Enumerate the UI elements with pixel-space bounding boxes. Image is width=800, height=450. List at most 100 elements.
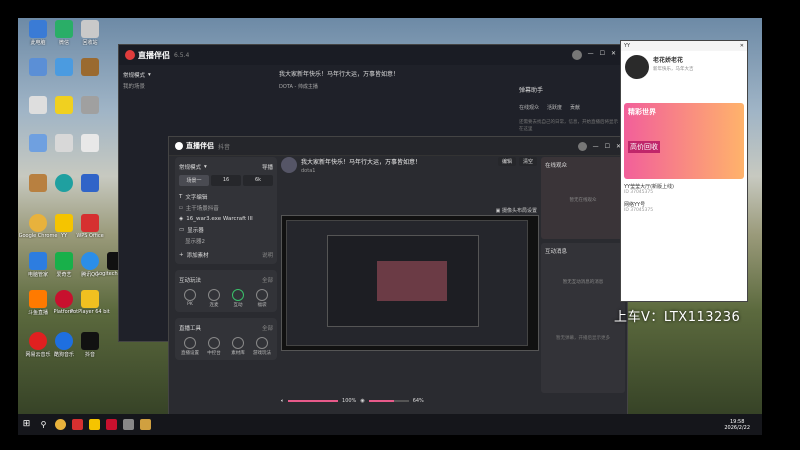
app-icon[interactable]	[123, 419, 134, 430]
speaker-icon[interactable]: 🔈︎	[281, 398, 284, 404]
profile-header: 老花娇老花 新年快乐，马年大吉	[621, 51, 747, 83]
scene-title: 我的场景	[123, 83, 146, 90]
minimize-icon[interactable]: —	[593, 143, 599, 150]
interact-more-link[interactable]: 全部	[262, 276, 273, 284]
mic-slider[interactable]	[368, 400, 409, 402]
live-settings-button[interactable]: 直播设置	[179, 337, 201, 356]
live-notice[interactable]: 我大家新年快乐！马年行大运，万事皆如意！	[301, 157, 421, 166]
scene-tab-2[interactable]: 16	[211, 175, 241, 186]
chrome-icon[interactable]	[55, 419, 66, 430]
mic-icon[interactable]: ◉	[360, 398, 364, 404]
preview-highlight	[377, 261, 447, 301]
watermark-text: 上车V：LTX113236	[614, 310, 741, 325]
maximize-icon[interactable]: ☐	[605, 143, 610, 150]
center-area: 我大家新年快乐！马年行大运，万事皆如意！ dota1 编辑 清空 ▣ 摄像头布局…	[281, 157, 539, 411]
interact-button[interactable]: 互动	[227, 289, 249, 308]
source-item[interactable]: 显示器2	[179, 235, 273, 246]
streamer-avatar[interactable]	[281, 157, 297, 173]
interact-icon	[232, 289, 244, 301]
control-console-button[interactable]: 中控台	[203, 337, 225, 356]
windows-start-icon[interactable]: ⊞	[21, 419, 32, 430]
guide-button[interactable]: 导播	[262, 163, 273, 171]
desktop-icon-potplayer[interactable]: PotPlayer 64 bit	[70, 290, 110, 315]
avatar[interactable]	[577, 141, 587, 151]
mode-select[interactable]: 常规模式 ▾	[123, 69, 223, 80]
app-icon[interactable]	[106, 419, 117, 430]
taskbar: ⊞ ⚲ 19:58 2026/2/22	[18, 414, 762, 435]
console-icon	[208, 337, 220, 349]
live-app-icon[interactable]	[72, 419, 83, 430]
tab-activity[interactable]: 活跃度	[547, 104, 562, 111]
edit-button[interactable]: 编辑	[497, 157, 516, 166]
volume-slider[interactable]	[288, 400, 339, 402]
minimize-icon[interactable]: —	[588, 50, 594, 60]
main-live-companion-window[interactable]: 直播伴侣 抖音 — ☐ ✕ 常规模式 ▾ 导播 场景一 16 6k T 文字编辑 …	[168, 136, 628, 418]
mic-icon	[208, 289, 220, 301]
desktop-icon-douyin[interactable]: 抖音	[70, 332, 110, 358]
helper-title: 弹幕助手	[519, 87, 544, 94]
app-icon[interactable]	[140, 419, 151, 430]
desktop-icon[interactable]	[70, 174, 110, 193]
desktop-icon-wps[interactable]: WPS Office	[70, 214, 110, 239]
close-icon[interactable]: ✕	[740, 43, 744, 49]
image-icon: ▫	[179, 204, 183, 211]
close-icon[interactable]: ✕	[611, 50, 616, 60]
desktop-icon-recycle-bin[interactable]: 回收站	[70, 20, 110, 46]
channel-list: YY莹莹大厅(新版上线) ID 37045375 网络YY号 ID 37045375	[621, 179, 747, 217]
tab-contribution[interactable]: 贡献	[570, 104, 580, 111]
tools-more-link[interactable]: 全部	[262, 324, 273, 332]
yy-icon[interactable]	[89, 419, 100, 430]
avatar[interactable]	[571, 50, 582, 60]
search-icon[interactable]: ⚲	[38, 419, 49, 430]
pk-button[interactable]: PK	[179, 289, 201, 308]
source-header[interactable]: T 文字编辑	[179, 191, 273, 202]
clear-button[interactable]: 清空	[518, 157, 537, 166]
maximize-icon[interactable]: ☐	[600, 50, 605, 60]
source-list: T 文字编辑 ▫ 主干场景抖音 ◈ 16_war3.exe Warcraft III …	[179, 191, 273, 246]
list-item[interactable]: YY莹莹大厅(新版上线) ID 37045375	[624, 183, 744, 195]
link-mic-button[interactable]: 连麦	[203, 289, 225, 308]
scene-panel: 常规模式 ▾ 导播 场景一 16 6k T 文字编辑 ▫ 主干场景抖音 ◈ 16_wa…	[175, 157, 277, 264]
stream-preview[interactable]	[281, 215, 539, 351]
chevron-down-icon: ▾	[204, 163, 207, 170]
tools-panel: 直播工具 全部 直播设置 中控台 素材库 游戏玩法	[175, 318, 277, 360]
title-bar: 直播伴侣 6.5.4 — ☐ ✕	[119, 45, 622, 65]
avatar[interactable]	[625, 55, 649, 79]
tools-title: 直播工具	[179, 325, 202, 332]
back-notice: 我大家新年快乐！马年行大运，万事皆如意！	[279, 71, 400, 78]
list-item[interactable]: 网络YY号 ID 37045375	[624, 201, 744, 213]
lucky-bag-button[interactable]: 福袋	[251, 289, 273, 308]
tab-online[interactable]: 在线观众	[519, 104, 539, 111]
game-play-button[interactable]: 游戏玩法	[251, 337, 273, 356]
audio-bar: 🔈︎ 100% ◉ 64%	[281, 395, 537, 407]
right-panel: 在线观众 暂无在线观众 互动消息 暂无互动消息的消息 暂无弹幕，开播后显示更多	[541, 157, 625, 411]
username: 老花娇老花	[653, 57, 684, 64]
scene-tab-1[interactable]: 场景一	[179, 175, 209, 186]
gamepad-icon	[256, 337, 268, 349]
desktop-icon[interactable]	[70, 134, 110, 153]
promo-banner[interactable]: 精彩世界 高价回收	[624, 103, 744, 179]
volume-value: 100%	[342, 398, 357, 404]
mode-select[interactable]: 常规模式	[179, 163, 201, 171]
add-source-button[interactable]: + 添加素材 说明	[179, 249, 273, 260]
asset-library-button[interactable]: 素材库	[227, 337, 249, 356]
source-item[interactable]: ▭ 显示器	[179, 224, 273, 235]
desktop-icon[interactable]	[70, 96, 110, 115]
source-item[interactable]: ◈ 16_war3.exe Warcraft III	[179, 213, 273, 224]
interact-msgs-title: 互动消息	[545, 249, 568, 255]
camera-layout-button[interactable]: ▣ 摄像头布局设置	[496, 207, 537, 214]
preview-nested-window	[286, 220, 528, 346]
camera-icon: ▣	[495, 208, 501, 214]
desktop-icon[interactable]	[70, 58, 110, 77]
yy-client-window[interactable]: YY ✕ 老花娇老花 新年快乐，马年大吉 精彩世界 高价回收 YY莹莹大厅(新版…	[620, 40, 748, 302]
game-icon: ◈	[179, 215, 184, 222]
left-sidebar: 常规模式 ▾ 导播 场景一 16 6k T 文字编辑 ▫ 主干场景抖音 ◈ 16_wa…	[175, 157, 277, 411]
bag-icon	[256, 289, 268, 301]
clock[interactable]: 19:58 2026/2/22	[724, 419, 762, 431]
app-logo: 直播伴侣	[175, 141, 214, 151]
online-title: 在线观众	[545, 163, 568, 169]
scene-tab-3[interactable]: 6k	[243, 175, 273, 186]
helper-hint: 还需要去找自己的日常，信息，开始直播后将显示在这里	[519, 120, 618, 132]
interact-messages-panel: 互动消息 暂无互动消息的消息 暂无弹幕，开播后显示更多	[541, 243, 625, 393]
source-item[interactable]: ▫ 主干场景抖音	[179, 202, 273, 213]
